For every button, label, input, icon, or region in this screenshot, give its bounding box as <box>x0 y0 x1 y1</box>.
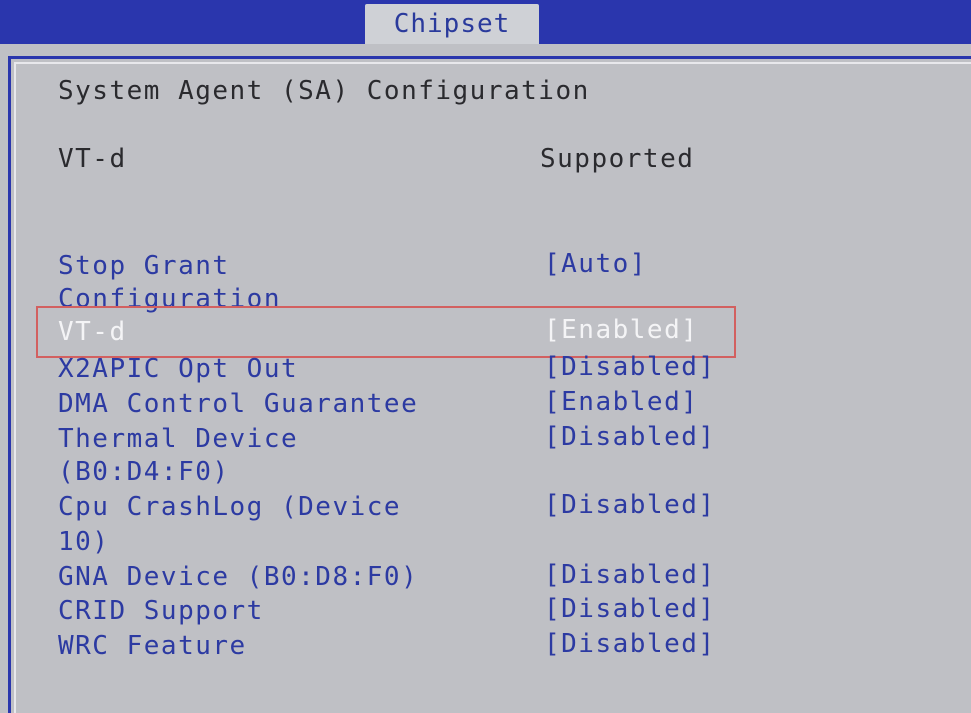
bios-screen: Chipset System Agent (SA) Configuration … <box>0 0 971 713</box>
tab-chipset[interactable]: Chipset <box>365 4 539 44</box>
info-label-vtd: VT-d <box>58 144 127 174</box>
setting-gna-label[interactable]: GNA Device (B0:D8:F0) <box>58 562 418 592</box>
setting-stop-grant-label-line1[interactable]: Stop Grant <box>58 251 230 281</box>
setting-dma-label[interactable]: DMA Control Guarantee <box>58 389 418 419</box>
setting-crid-label[interactable]: CRID Support <box>58 596 264 626</box>
setting-vtd-label[interactable]: VT-d <box>58 317 127 347</box>
setting-thermal-label-line2[interactable]: (B0:D4:F0) <box>58 457 230 487</box>
setting-crid-value[interactable]: [Disabled] <box>544 594 716 624</box>
setting-crashlog-value[interactable]: [Disabled] <box>544 490 716 520</box>
setting-x2apic-label[interactable]: X2APIC Opt Out <box>58 354 298 384</box>
setting-wrc-value[interactable]: [Disabled] <box>544 629 716 659</box>
setting-dma-value[interactable]: [Enabled] <box>544 387 698 417</box>
setting-wrc-label[interactable]: WRC Feature <box>58 631 247 661</box>
setting-vtd-value[interactable]: [Enabled] <box>544 315 698 345</box>
page-title: System Agent (SA) Configuration <box>58 76 590 106</box>
setting-crashlog-label-line1[interactable]: Cpu CrashLog (Device <box>58 492 401 522</box>
setting-crashlog-label-line2[interactable]: 10) <box>58 527 109 557</box>
top-menu-bar: Chipset <box>0 0 971 44</box>
setting-gna-value[interactable]: [Disabled] <box>544 560 716 590</box>
setting-thermal-value[interactable]: [Disabled] <box>544 422 716 452</box>
setting-x2apic-value[interactable]: [Disabled] <box>544 352 716 382</box>
setting-thermal-label-line1[interactable]: Thermal Device <box>58 424 298 454</box>
info-value-vtd: Supported <box>540 144 695 174</box>
setting-stop-grant-value[interactable]: [Auto] <box>544 249 647 279</box>
